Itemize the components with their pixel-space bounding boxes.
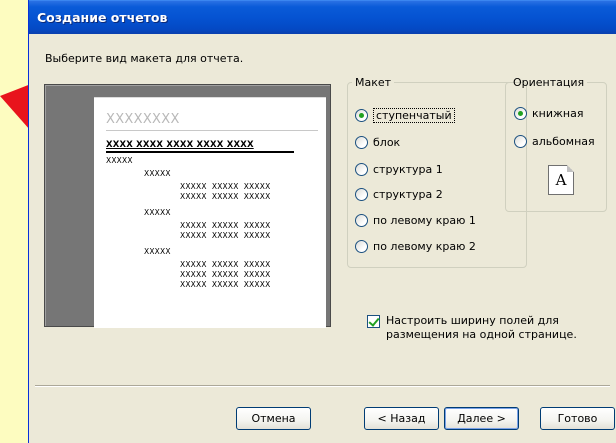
option-label: по левому краю 2 [373,240,476,253]
orientation-option-portrait[interactable]: книжная [514,107,583,120]
option-label: альбомная [532,135,595,148]
preview-row: XXXXX XXXXX XXXXX [180,270,271,279]
portrait-page-icon: A [548,165,574,195]
fit-width-label-line2: размещения на одной странице. [386,328,577,341]
radio-button-icon[interactable] [355,188,368,201]
preview-row: XXXXX XXXXX XXXXX [180,260,271,269]
preview-page: XXXXXXXX XXXX XXXX XXXX XXXX XXXX XXXXX … [94,97,326,328]
option-label: структура 2 [373,188,443,201]
preview-divider [106,130,318,131]
radio-button-icon[interactable] [355,163,368,176]
preview-row: XXXXX [144,169,171,178]
layout-option-outline-2[interactable]: структура 2 [355,188,443,201]
preview-title: XXXXXXXX [106,112,180,127]
fit-width-checkbox-row[interactable]: Настроить ширину полей для размещения на… [367,314,577,342]
option-label: по левому краю 1 [373,214,476,227]
preview-row: XXXXX XXXXX XXXXX [180,231,271,240]
fit-width-checkbox[interactable] [367,315,380,328]
next-button[interactable]: Далее > [444,407,519,430]
layout-option-outline-1[interactable]: структура 1 [355,163,443,176]
preview-row: XXXXX [144,208,171,217]
layout-option-block[interactable]: блок [355,136,400,149]
radio-button-icon[interactable] [514,107,527,120]
separator [35,385,610,387]
option-label: ступенчатый [373,108,455,123]
preview-row: XXXXX [106,156,133,165]
cancel-button[interactable]: Отмена [236,407,311,430]
instruction-text: Выберите вид макета для отчета. [45,52,244,65]
back-button[interactable]: < Назад [364,407,439,430]
preview-row: XXXXX XXXXX XXXXX [180,192,271,201]
layout-legend: Макет [355,76,392,89]
radio-button-icon[interactable] [355,136,368,149]
report-wizard-dialog: Создание отчетов Выберите вид макета для… [28,0,616,443]
orientation-legend: Ориентация [513,76,585,89]
preview-row: XXXXX [144,247,171,256]
preview-header-line [106,151,294,153]
orientation-option-landscape[interactable]: альбомная [514,135,595,148]
fit-width-label: Настроить ширину полей для размещения на… [386,314,577,342]
window-title: Создание отчетов [37,10,168,25]
preview-row: XXXXX XXXXX XXXXX [180,182,271,191]
layout-option-left-align-1[interactable]: по левому краю 1 [355,214,476,227]
radio-button-icon[interactable] [514,135,527,148]
option-label: книжная [532,107,584,120]
radio-button-icon[interactable] [355,214,368,227]
preview-row: XXXXX XXXXX XXXXX [180,221,271,230]
fit-width-label-line1: Настроить ширину полей для [386,314,559,327]
radio-button-icon[interactable] [355,240,368,253]
preview-row: XXXXX XXXXX XXXXX [180,280,271,289]
layout-preview: XXXXXXXX XXXX XXXX XXXX XXXX XXXX XXXXX … [44,84,331,328]
layout-option-left-align-2[interactable]: по левому краю 2 [355,240,476,253]
preview-header: XXXX XXXX XXXX XXXX XXXX [106,140,254,150]
option-label: структура 1 [373,163,443,176]
radio-button-icon[interactable] [355,109,368,122]
option-label: блок [373,136,401,149]
layout-option-stepped[interactable]: ступенчатый [355,108,455,123]
title-bar[interactable]: Создание отчетов [29,0,616,34]
finish-button[interactable]: Готово [540,407,615,430]
